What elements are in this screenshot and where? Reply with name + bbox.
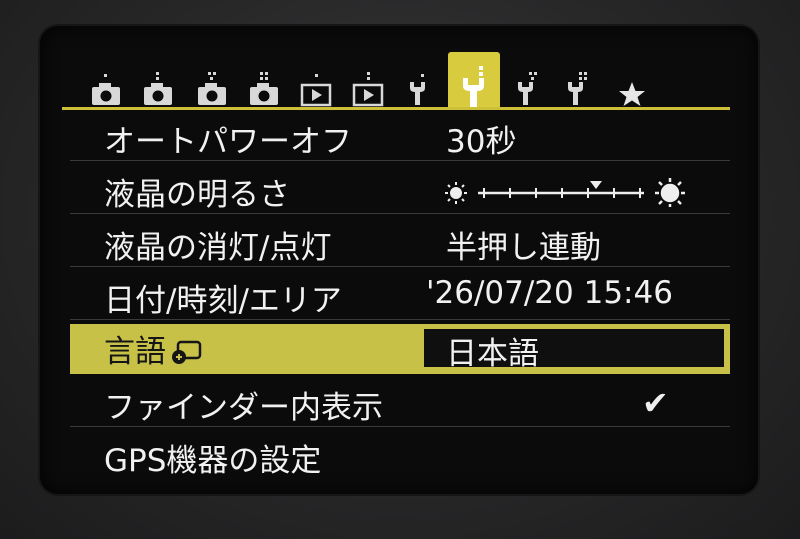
setup-menu-list: オートパワーオフ 30秒 液晶の明るさ 液晶の消灯/点灯 半押し連動 日付/時刻… [70, 114, 730, 485]
menu-item-label: 言語 [104, 326, 202, 371]
star-icon [619, 82, 645, 106]
camera-icon [250, 72, 278, 105]
tab-setup-3[interactable] [508, 62, 548, 108]
menu-item-label: ファインダー内表示 [104, 390, 383, 426]
dim-sun-icon [445, 182, 467, 204]
menu-item-auto-power-off[interactable]: オートパワーオフ 30秒 [70, 114, 730, 161]
menu-item-value: 日本語 [446, 336, 539, 372]
menu-tab-bar [58, 52, 718, 112]
check-icon: ✔ [642, 384, 669, 422]
language-label-text: 言語 [104, 334, 166, 370]
language-speech-icon [172, 340, 202, 364]
camera-icon [198, 72, 226, 105]
tab-shooting-2[interactable] [138, 62, 178, 108]
menu-item-value: '26/07/20 15:46 [426, 275, 673, 311]
menu-item-viewfinder-display[interactable]: ファインダー内表示 ✔ [70, 380, 730, 427]
tab-setup-2[interactable] [448, 52, 500, 110]
menu-item-label: GPS機器の設定 [104, 443, 322, 479]
playback-icon [352, 72, 384, 107]
menu-item-language[interactable]: 言語 日本語 [70, 324, 730, 374]
menu-item-value: 30秒 [446, 124, 517, 160]
tab-underline [62, 107, 730, 110]
camera-icon [92, 74, 120, 105]
menu-item-date-time[interactable]: 日付/時刻/エリア '26/07/20 15:46 [70, 273, 730, 320]
tab-setup-1[interactable] [398, 62, 438, 108]
tab-playback-2[interactable] [348, 62, 388, 108]
menu-item-lcd-brightness[interactable]: 液晶の明るさ [70, 167, 730, 214]
menu-item-label: オートパワーオフ [104, 124, 352, 160]
camera-icon [144, 72, 172, 105]
brightness-slider [445, 178, 685, 207]
tab-setup-4[interactable] [558, 62, 598, 108]
wrench-icon [410, 74, 425, 105]
wrench-icon [518, 72, 537, 105]
menu-item-value: 半押し連動 [446, 230, 601, 266]
tab-shooting-3[interactable] [192, 62, 232, 108]
tab-my-menu[interactable] [612, 62, 652, 108]
tab-playback-1[interactable] [296, 62, 336, 108]
bright-sun-icon [655, 178, 685, 207]
slider-marker [590, 181, 602, 189]
wrench-icon [568, 72, 587, 105]
menu-item-label: 液晶の明るさ [104, 177, 290, 213]
menu-item-lcd-off-on[interactable]: 液晶の消灯/点灯 半押し連動 [70, 220, 730, 267]
menu-item-label: 日付/時刻/エリア [104, 283, 342, 319]
tab-shooting-4[interactable] [244, 62, 284, 108]
wrench-icon [463, 66, 484, 107]
menu-item-gps-settings[interactable]: GPS機器の設定 [70, 433, 730, 479]
tab-shooting-1[interactable] [86, 62, 126, 108]
playback-icon [300, 74, 332, 107]
menu-item-label: 液晶の消灯/点灯 [104, 230, 332, 266]
